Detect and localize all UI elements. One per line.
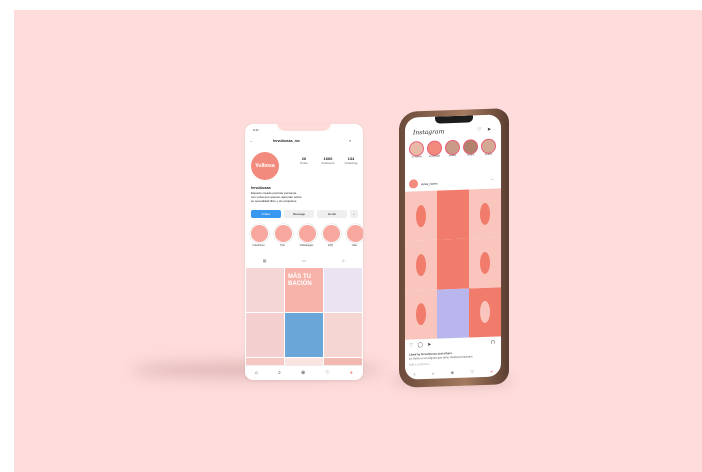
image-tile: [405, 190, 437, 242]
status-time: 9:41: [253, 128, 259, 132]
stat-posts[interactable]: 26 Posts: [293, 156, 315, 165]
highlight-item[interactable]: Liker: [346, 224, 363, 247]
image-tile: [437, 189, 469, 240]
story-item[interactable]: usuario: [481, 138, 496, 157]
image-tile: [437, 238, 469, 290]
back-arrow-icon[interactable]: ←: [250, 139, 254, 143]
profile-icon[interactable]: ●: [350, 370, 353, 376]
menu-icon[interactable]: ≡: [349, 139, 351, 143]
story-item[interactable]: Tu historia: [409, 141, 424, 159]
follow-button[interactable]: Follow: [251, 210, 281, 218]
stories-row: Tu historia fervulbosas usuario usuario …: [409, 138, 496, 159]
post-avatar: [409, 179, 418, 189]
feed-phone-mockup: Instagram ♡ ➤ Tu historia fervulbosas us…: [399, 108, 509, 388]
image-tile: [469, 188, 501, 239]
add-post-icon[interactable]: ⊕: [301, 370, 305, 376]
post-thumbnail[interactable]: [324, 313, 362, 357]
stat-followers[interactable]: 1666 Followers: [317, 156, 339, 165]
stat-following[interactable]: 134 Following: [340, 156, 362, 165]
image-tile: [437, 288, 469, 339]
post-actions: ♡ ◯ ➤: [409, 342, 431, 349]
search-icon[interactable]: ⌕: [432, 371, 434, 376]
email-button[interactable]: Email: [317, 210, 347, 218]
more-options-icon[interactable]: ⋯: [491, 178, 495, 182]
add-post-icon[interactable]: ⊕: [451, 370, 454, 375]
highlight-item[interactable]: Vulvoloveri: [250, 224, 269, 247]
image-tile: [405, 289, 437, 340]
profile-username: fervulbosas_mx: [273, 139, 300, 143]
phone-notch: [435, 115, 473, 124]
comment-icon[interactable]: ◯: [417, 342, 423, 348]
reels-tab-icon[interactable]: ▭: [302, 258, 306, 266]
highlight-item[interactable]: Vulbojuegos: [298, 224, 317, 247]
post-header[interactable]: vulva_lovers: [409, 179, 438, 189]
profile-phone-mockup: 9:41 ← fervulbosas_mx ≡ Vulbosa 26 Posts…: [245, 124, 363, 380]
heart-icon[interactable]: ♡: [477, 127, 481, 133]
bookmark-icon[interactable]: ⊓: [491, 340, 495, 346]
bio-line-3: su sexualidad libre y sin prejuicios: [251, 199, 297, 203]
profile-actions: Follow Message Email ⌄: [251, 210, 358, 218]
heart-icon[interactable]: ♡: [325, 370, 329, 376]
phone-notch: [277, 124, 331, 131]
post-caption: Liked by fervulbosas and others La Vulva…: [409, 350, 495, 366]
home-icon[interactable]: ⌂: [255, 370, 258, 376]
tagged-tab-icon[interactable]: ☺: [341, 258, 345, 266]
grid-tab-icon[interactable]: ▦: [263, 258, 267, 266]
image-tile: [405, 239, 437, 291]
more-button[interactable]: ⌄: [350, 210, 358, 218]
image-tile: [469, 237, 501, 289]
bottom-nav: ⌂ ⌕ ⊕ ♡ ●: [405, 365, 501, 379]
search-icon[interactable]: ⌕: [278, 370, 281, 376]
post-image[interactable]: [405, 188, 501, 340]
story-item[interactable]: fervulbosas: [427, 140, 442, 158]
story-item[interactable]: usuario: [463, 139, 478, 157]
send-icon[interactable]: ➤: [487, 127, 491, 133]
home-icon[interactable]: ⌂: [413, 371, 415, 376]
instagram-logo: Instagram: [413, 128, 445, 137]
post-grid: MÁS TU BACIÓN: [246, 268, 362, 380]
profile-tabs: ▦ ▭ ☺: [245, 258, 363, 266]
post-username: vulva_lovers: [421, 181, 438, 186]
post-text: MÁS TU BACIÓN: [288, 274, 312, 287]
post-thumbnail[interactable]: [285, 313, 323, 357]
highlight-item[interactable]: Tips: [274, 224, 293, 247]
post-thumbnail[interactable]: [246, 313, 284, 357]
feed-screen: Instagram ♡ ➤ Tu historia fervulbosas us…: [405, 114, 501, 380]
background-scene: 9:41 ← fervulbosas_mx ≡ Vulbosa 26 Posts…: [14, 10, 702, 472]
like-icon[interactable]: ♡: [409, 342, 413, 348]
story-highlights: Vulvoloveri Tips Vulbojuegos FAQ Liker: [250, 224, 363, 247]
share-icon[interactable]: ➤: [427, 342, 431, 348]
post-thumbnail[interactable]: [324, 268, 362, 312]
highlight-item[interactable]: FAQ: [322, 224, 341, 247]
image-tile: [469, 287, 501, 338]
heart-icon[interactable]: ♡: [470, 369, 474, 374]
profile-icon[interactable]: ●: [490, 369, 492, 374]
post-thumbnail[interactable]: [246, 268, 284, 312]
post-thumbnail[interactable]: MÁS TU BACIÓN: [285, 268, 323, 312]
profile-avatar[interactable]: Vulbosa: [251, 152, 279, 180]
bio-name: fervulbosas: [251, 186, 271, 190]
story-item[interactable]: usuario: [445, 139, 460, 158]
message-button[interactable]: Message: [284, 210, 314, 218]
bottom-nav: ⌂ ⌕ ⊕ ♡ ●: [245, 365, 363, 380]
